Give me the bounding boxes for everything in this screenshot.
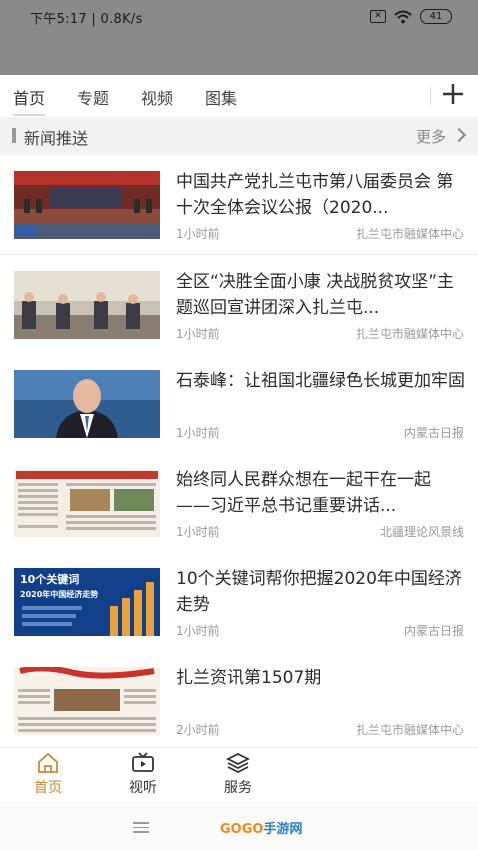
section-marker bbox=[12, 128, 16, 143]
home-icon bbox=[38, 752, 58, 773]
battery-icon: 41 bbox=[420, 9, 452, 24]
add-channel-icon[interactable] bbox=[440, 81, 466, 107]
news-source: 内蒙古日报 bbox=[403, 426, 464, 440]
tab-video[interactable]: 视频 bbox=[141, 85, 173, 109]
watermark-go: GOGO bbox=[220, 822, 264, 837]
news-title: 扎兰资讯第1507期 bbox=[176, 668, 322, 688]
news-time: 1小时前 bbox=[176, 327, 220, 341]
news-source: 北疆理论风景线 bbox=[379, 525, 464, 539]
nav-media[interactable]: 视听 bbox=[113, 752, 173, 797]
news-time: 1小时前 bbox=[176, 426, 220, 440]
news-time: 1小时前 bbox=[176, 624, 220, 638]
thumb-keyword-text: 10个关键词 bbox=[20, 572, 79, 586]
status-bar: 下午5:17 | 0.8K/s ✕ 41 bbox=[0, 0, 478, 75]
tab-home[interactable]: 首页 bbox=[13, 85, 46, 116]
more-link[interactable]: 更多 bbox=[416, 126, 446, 147]
news-title: 全区“决胜全面小康 决战脱贫攻坚”主题巡回宣讲团深入扎兰屯... bbox=[176, 272, 455, 318]
news-title: 10个关键词帮你把握2020年中国经济走势 bbox=[176, 569, 462, 615]
news-title: 始终同人民群众想在一起干在一起 ——习近平总书记重要讲话... bbox=[176, 470, 431, 516]
section-title: 新闻推送 bbox=[24, 129, 89, 148]
section-header: 新闻推送 更多 bbox=[0, 117, 478, 155]
layers-icon bbox=[226, 752, 250, 774]
news-source: 内蒙古日报 bbox=[403, 624, 464, 638]
category-tabs: 首页 专题 视频 图集 bbox=[0, 75, 478, 118]
tv-icon bbox=[132, 752, 154, 772]
news-thumbnail bbox=[14, 171, 160, 239]
no-sim-icon: ✕ bbox=[370, 10, 386, 23]
news-time: 1小时前 bbox=[176, 525, 220, 539]
news-title: 石泰峰：让祖国北疆绿色长城更加牢固 bbox=[176, 371, 465, 391]
tab-divider bbox=[430, 87, 431, 105]
news-item[interactable]: 始终同人民群众想在一起干在一起 ——习近平总书记重要讲话... 1小时前 北疆理… bbox=[0, 453, 478, 553]
watermark-text: 手游网 bbox=[263, 822, 303, 837]
news-time: 2小时前 bbox=[176, 723, 220, 737]
wifi-icon bbox=[394, 10, 412, 23]
nav-media-label: 视听 bbox=[129, 780, 157, 796]
tab-topics[interactable]: 专题 bbox=[77, 85, 109, 109]
news-thumbnail bbox=[14, 271, 160, 339]
nav-services-label: 服务 bbox=[224, 780, 252, 796]
watermark-logo: GOGO手游网 bbox=[220, 818, 302, 837]
nav-services[interactable]: 服务 bbox=[208, 752, 268, 797]
news-source: 扎兰屯市融媒体中心 bbox=[355, 227, 464, 241]
status-icons: ✕ 41 bbox=[370, 9, 452, 24]
thumb-economy-text: 2020年中国经济走势 bbox=[20, 589, 98, 599]
news-title: 中国共产党扎兰屯市第八届委员会 第十次全体会议公报（2020... bbox=[176, 172, 454, 218]
news-item[interactable]: 石泰峰：让祖国北疆绿色长城更加牢固 1小时前 内蒙古日报 bbox=[0, 354, 478, 454]
news-item[interactable]: 中国共产党扎兰屯市第八届委员会 第十次全体会议公报（2020... 1小时前 扎… bbox=[0, 155, 478, 255]
news-item[interactable]: 10个关键词 2020年中国经济走势 10个关键词帮你把握2020年中国经济走势… bbox=[0, 552, 478, 652]
news-item[interactable]: 扎兰资讯第1507期 2小时前 扎兰屯市融媒体中心 bbox=[0, 651, 478, 751]
bottom-nav: 首页 视听 服务 bbox=[0, 747, 478, 803]
news-thumbnail bbox=[14, 469, 160, 537]
news-thumbnail: 10个关键词 2020年中国经济走势 bbox=[14, 568, 160, 636]
nav-home-label: 首页 bbox=[34, 780, 62, 796]
menu-icon[interactable] bbox=[133, 822, 149, 836]
nav-home[interactable]: 首页 bbox=[18, 752, 78, 797]
news-source: 扎兰屯市融媒体中心 bbox=[355, 327, 464, 341]
tab-gallery[interactable]: 图集 bbox=[205, 85, 237, 109]
news-item[interactable]: 全区“决胜全面小康 决战脱贫攻坚”主题巡回宣讲团深入扎兰屯... 1小时前 扎兰… bbox=[0, 255, 478, 355]
status-time: 下午5:17 | 0.8K/s bbox=[30, 12, 143, 27]
news-time: 1小时前 bbox=[176, 227, 220, 241]
news-source: 扎兰屯市融媒体中心 bbox=[355, 723, 464, 737]
news-thumbnail bbox=[14, 667, 160, 735]
chevron-right-icon[interactable] bbox=[451, 127, 467, 143]
news-thumbnail bbox=[14, 370, 160, 438]
system-nav-bar: GOGO手游网 bbox=[0, 802, 478, 850]
